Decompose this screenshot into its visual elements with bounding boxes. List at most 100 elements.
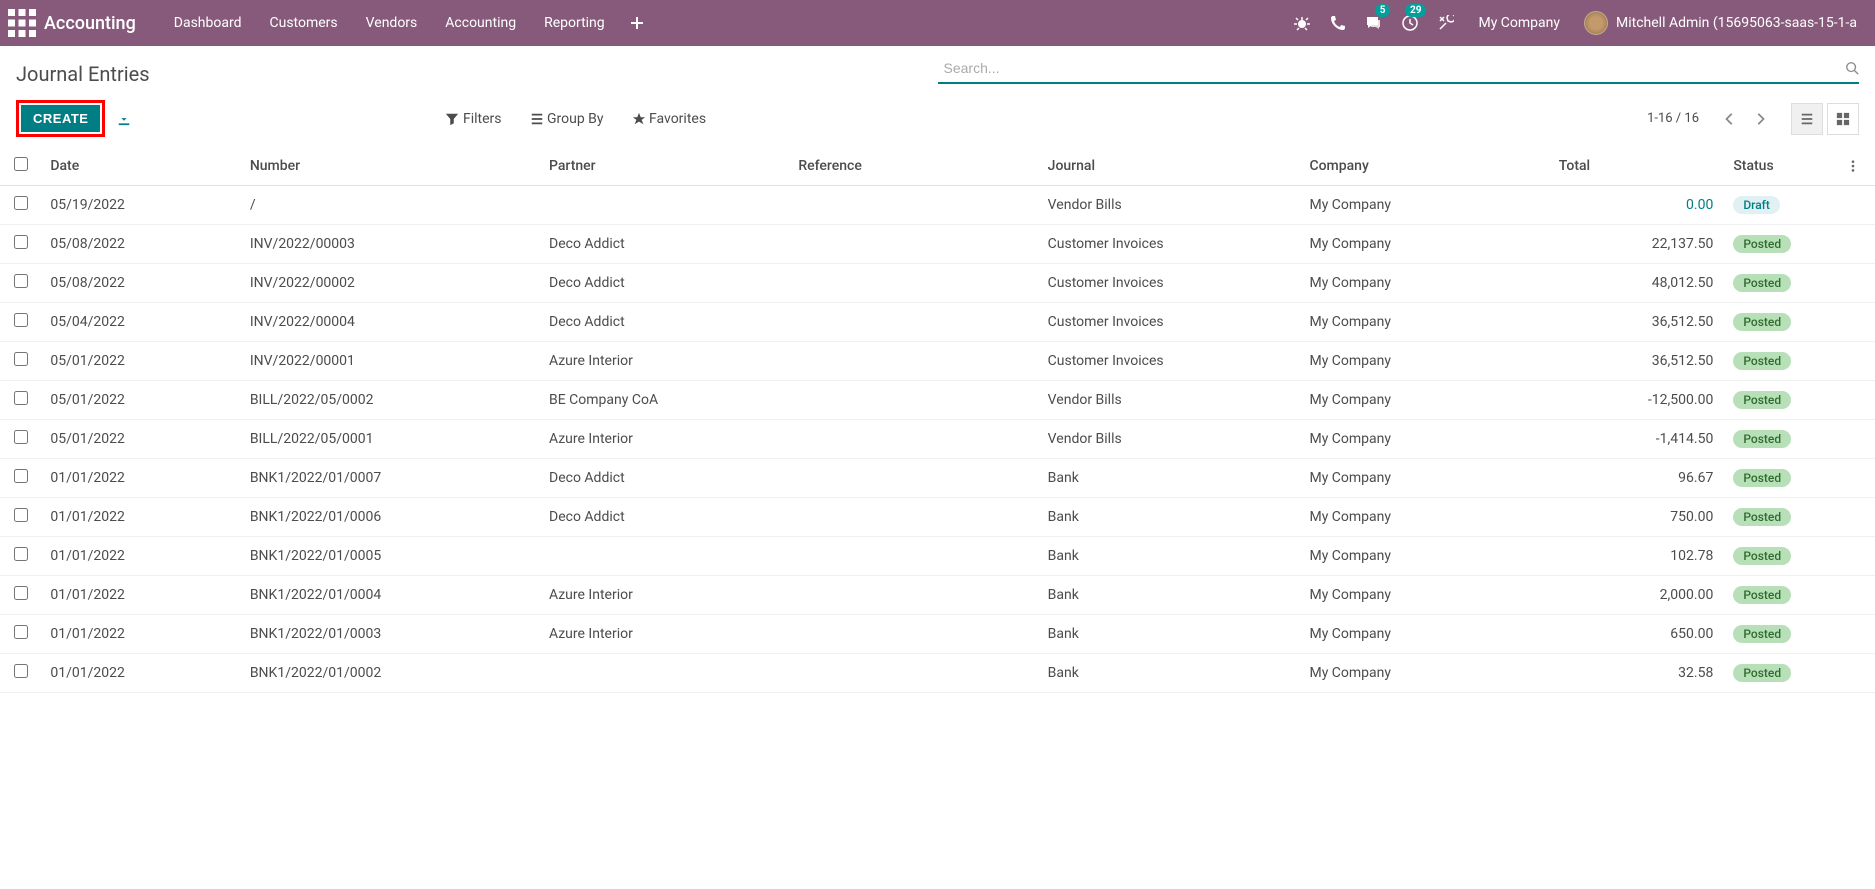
cell-date: 01/01/2022	[42, 537, 241, 576]
row-checkbox[interactable]	[14, 625, 28, 639]
cell-menu	[1838, 654, 1875, 693]
view-kanban-icon[interactable]	[1827, 103, 1859, 135]
row-checkbox[interactable]	[14, 391, 28, 405]
table-row[interactable]: 01/01/2022BNK1/2022/01/0003Azure Interio…	[0, 615, 1875, 654]
select-all-checkbox[interactable]	[14, 157, 28, 171]
table-row[interactable]: 05/01/2022INV/2022/00001Azure InteriorCu…	[0, 342, 1875, 381]
company-selector[interactable]: My Company	[1464, 15, 1574, 31]
row-checkbox[interactable]	[14, 430, 28, 444]
tools-icon[interactable]	[1428, 0, 1464, 46]
search-icon[interactable]	[1845, 60, 1859, 76]
row-checkbox[interactable]	[14, 469, 28, 483]
cell-status: Posted	[1725, 498, 1837, 537]
status-badge: Posted	[1733, 352, 1791, 370]
cell-reference	[790, 342, 1039, 381]
pager-prev-icon[interactable]	[1717, 106, 1743, 132]
col-header-journal[interactable]: Journal	[1040, 147, 1302, 186]
cell-partner: Azure Interior	[541, 576, 790, 615]
status-badge: Posted	[1733, 664, 1791, 682]
table-row[interactable]: 01/01/2022BNK1/2022/01/0004Azure Interio…	[0, 576, 1875, 615]
row-checkbox[interactable]	[14, 196, 28, 210]
table-row[interactable]: 01/01/2022BNK1/2022/01/0007Deco AddictBa…	[0, 459, 1875, 498]
menu-reporting[interactable]: Reporting	[530, 0, 619, 46]
col-header-number[interactable]: Number	[242, 147, 541, 186]
row-checkbox[interactable]	[14, 508, 28, 522]
row-checkbox[interactable]	[14, 586, 28, 600]
cell-total: 650.00	[1551, 615, 1726, 654]
col-header-total[interactable]: Total	[1551, 147, 1726, 186]
apps-icon[interactable]	[8, 9, 36, 37]
cell-number: BNK1/2022/01/0007	[242, 459, 541, 498]
cell-total: -1,414.50	[1551, 420, 1726, 459]
row-checkbox[interactable]	[14, 235, 28, 249]
menu-dashboard[interactable]: Dashboard	[160, 0, 256, 46]
table-row[interactable]: 05/08/2022INV/2022/00002Deco AddictCusto…	[0, 264, 1875, 303]
cell-partner: Deco Addict	[541, 303, 790, 342]
table-row[interactable]: 05/04/2022INV/2022/00004Deco AddictCusto…	[0, 303, 1875, 342]
pager[interactable]: 1-16 / 16	[1647, 111, 1699, 126]
cell-status: Posted	[1725, 303, 1837, 342]
view-list-icon[interactable]	[1791, 103, 1823, 135]
col-header-partner[interactable]: Partner	[541, 147, 790, 186]
cell-menu	[1838, 459, 1875, 498]
cell-journal: Customer Invoices	[1040, 342, 1302, 381]
cell-date: 05/01/2022	[42, 420, 241, 459]
table-row[interactable]: 05/19/2022/Vendor BillsMy Company0.00Dra…	[0, 186, 1875, 225]
messages-badge: 5	[1375, 4, 1391, 17]
cell-date: 01/01/2022	[42, 498, 241, 537]
col-header-status[interactable]: Status	[1725, 147, 1837, 186]
filters-label: Filters	[463, 111, 502, 127]
menu-accounting[interactable]: Accounting	[431, 0, 530, 46]
filters-button[interactable]: Filters	[445, 111, 501, 127]
menu-vendors[interactable]: Vendors	[352, 0, 432, 46]
table-row[interactable]: 01/01/2022BNK1/2022/01/0006Deco AddictBa…	[0, 498, 1875, 537]
messages-icon[interactable]: 5	[1356, 0, 1392, 46]
menu-more-icon[interactable]	[619, 0, 655, 46]
status-badge: Posted	[1733, 235, 1791, 253]
activities-badge: 29	[1405, 4, 1426, 17]
row-checkbox[interactable]	[14, 352, 28, 366]
table-row[interactable]: 05/01/2022BILL/2022/05/0002BE Company Co…	[0, 381, 1875, 420]
col-header-company[interactable]: Company	[1301, 147, 1550, 186]
debug-icon[interactable]	[1284, 0, 1320, 46]
cell-journal: Vendor Bills	[1040, 381, 1302, 420]
activities-icon[interactable]: 29	[1392, 0, 1428, 46]
cell-status: Posted	[1725, 459, 1837, 498]
cell-menu	[1838, 264, 1875, 303]
cell-number: BNK1/2022/01/0003	[242, 615, 541, 654]
row-checkbox[interactable]	[14, 313, 28, 327]
groupby-button[interactable]: Group By	[530, 111, 604, 127]
status-badge: Posted	[1733, 430, 1791, 448]
table-row[interactable]: 01/01/2022BNK1/2022/01/0005BankMy Compan…	[0, 537, 1875, 576]
cell-date: 05/01/2022	[42, 381, 241, 420]
cell-status: Posted	[1725, 420, 1837, 459]
cell-company: My Company	[1301, 537, 1550, 576]
row-checkbox[interactable]	[14, 664, 28, 678]
favorites-button[interactable]: Favorites	[632, 111, 707, 127]
user-menu[interactable]: Mitchell Admin (15695063-saas-15-1-a	[1574, 11, 1867, 35]
cell-status: Posted	[1725, 225, 1837, 264]
cell-reference	[790, 186, 1039, 225]
table-row[interactable]: 01/01/2022BNK1/2022/01/0002BankMy Compan…	[0, 654, 1875, 693]
row-checkbox[interactable]	[14, 274, 28, 288]
cell-date: 01/01/2022	[42, 654, 241, 693]
pager-next-icon[interactable]	[1747, 106, 1773, 132]
menu-customers[interactable]: Customers	[256, 0, 352, 46]
app-name[interactable]: Accounting	[44, 13, 136, 34]
phone-icon[interactable]	[1320, 0, 1356, 46]
col-header-date[interactable]: Date	[42, 147, 241, 186]
cell-menu	[1838, 615, 1875, 654]
row-checkbox[interactable]	[14, 547, 28, 561]
table-row[interactable]: 05/08/2022INV/2022/00003Deco AddictCusto…	[0, 225, 1875, 264]
table-row[interactable]: 05/01/2022BILL/2022/05/0001Azure Interio…	[0, 420, 1875, 459]
cell-journal: Customer Invoices	[1040, 264, 1302, 303]
import-icon[interactable]	[113, 107, 135, 131]
cell-journal: Bank	[1040, 615, 1302, 654]
cell-date: 05/19/2022	[42, 186, 241, 225]
col-header-reference[interactable]: Reference	[790, 147, 1039, 186]
cell-date: 05/08/2022	[42, 264, 241, 303]
create-button[interactable]: CREATE	[21, 105, 100, 132]
col-header-menu[interactable]	[1838, 147, 1875, 186]
top-navbar: Accounting Dashboard Customers Vendors A…	[0, 0, 1875, 46]
search-input[interactable]	[938, 54, 1860, 82]
